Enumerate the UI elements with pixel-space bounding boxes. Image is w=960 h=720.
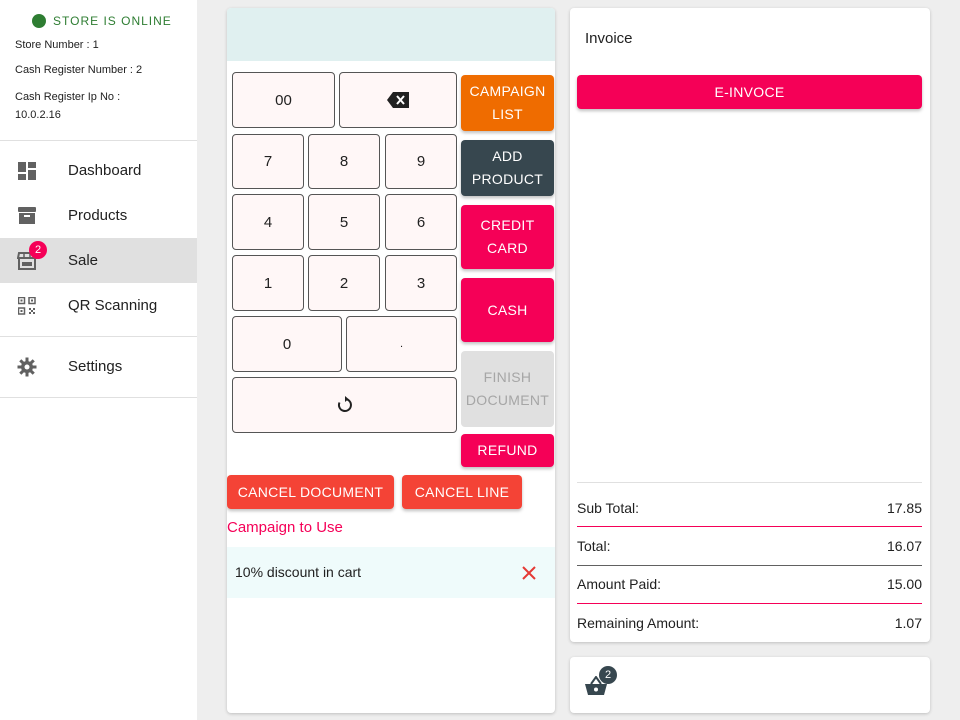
backspace-icon <box>387 92 409 108</box>
cart-count-badge: 2 <box>599 666 617 684</box>
store-status: STORE IS ONLINE <box>32 14 172 28</box>
totals-divider <box>577 526 922 527</box>
sidebar-item-dashboard[interactable]: Dashboard <box>0 148 197 193</box>
amount-paid-row: Amount Paid: 15.00 <box>577 576 922 596</box>
refresh-icon <box>337 396 352 412</box>
sale-badge: 2 <box>29 241 47 259</box>
total-value: 16.07 <box>886 538 922 554</box>
sidebar-item-label: Dashboard <box>68 162 142 179</box>
campaign-item: 10% discount in cart <box>227 547 555 598</box>
cart-panel: 2 <box>570 657 930 713</box>
register-ip-value: 10.0.2.16 <box>15 109 61 121</box>
sidebar: STORE IS ONLINE Store Number : 1 Cash Re… <box>0 0 197 720</box>
gear-icon <box>17 357 37 377</box>
sidebar-divider <box>0 336 197 337</box>
sidebar-divider <box>0 397 197 398</box>
sub-total-value: 17.85 <box>886 500 922 516</box>
store-status-text: STORE IS ONLINE <box>53 14 172 28</box>
store-number: Store Number : 1 <box>15 39 99 51</box>
button-label-line: DOCUMENT <box>465 392 550 408</box>
sub-total-label: Sub Total: <box>577 500 640 516</box>
remaining-value: 1.07 <box>894 615 922 631</box>
sidebar-item-label: QR Scanning <box>68 297 158 314</box>
finish-document-button[interactable]: FINISH DOCUMENT <box>461 351 554 427</box>
invoice-panel: Invoice E-INVOCE Sub Total: 17.85 Total:… <box>570 8 930 642</box>
totals-divider <box>577 482 922 483</box>
campaign-section-title: Campaign to Use <box>227 519 343 536</box>
button-label-line: LIST <box>492 106 523 122</box>
key-8[interactable]: 8 <box>308 134 380 189</box>
cancel-line-button[interactable]: CANCEL LINE <box>402 475 522 509</box>
refund-button[interactable]: REFUND <box>461 434 554 467</box>
remaining-row: Remaining Amount: 1.07 <box>577 615 922 635</box>
key-9[interactable]: 9 <box>385 134 457 189</box>
sidebar-item-products[interactable]: Products <box>0 193 197 238</box>
sidebar-item-label: Sale <box>68 252 99 269</box>
register-number: Cash Register Number : 2 <box>15 64 143 76</box>
sidebar-item-sale[interactable]: 2 Sale <box>0 238 197 283</box>
total-row: Total: 16.07 <box>577 538 922 558</box>
key-0[interactable]: 0 <box>232 316 342 372</box>
key-5[interactable]: 5 <box>308 194 380 250</box>
total-label: Total: <box>577 538 611 554</box>
sidebar-divider <box>0 140 197 141</box>
amount-display <box>227 8 555 61</box>
remaining-label: Remaining Amount: <box>577 615 700 631</box>
register-ip-label: Cash Register Ip No : <box>15 91 121 103</box>
key-00[interactable]: 00 <box>232 72 335 128</box>
sale-panel: 00 7 8 9 4 5 6 1 2 3 0 . CAMPAIGN LIST AD… <box>227 8 555 713</box>
campaign-item-label: 10% discount in cart <box>235 564 362 580</box>
credit-card-button[interactable]: CREDIT CARD <box>461 205 554 269</box>
button-label-line: CAMPAIGN <box>469 83 546 99</box>
sidebar-item-label: Settings <box>68 358 123 375</box>
key-3[interactable]: 3 <box>385 255 457 311</box>
campaign-list-button[interactable]: CAMPAIGN LIST <box>461 75 554 131</box>
amount-paid-label: Amount Paid: <box>577 576 662 592</box>
amount-paid-value: 15.00 <box>886 576 922 592</box>
dashboard-icon <box>17 161 37 181</box>
online-status-dot <box>32 14 46 28</box>
key-4[interactable]: 4 <box>232 194 304 250</box>
sidebar-item-settings[interactable]: Settings <box>0 344 197 389</box>
totals-divider <box>577 565 922 566</box>
cash-button[interactable]: CASH <box>461 278 554 342</box>
key-6[interactable]: 6 <box>385 194 457 250</box>
key-2[interactable]: 2 <box>308 255 380 311</box>
cancel-document-button[interactable]: CANCEL DOCUMENT <box>227 475 394 509</box>
button-label-line: ADD <box>492 148 523 164</box>
sub-total-row: Sub Total: 17.85 <box>577 500 922 520</box>
qr-code-icon <box>17 296 37 316</box>
totals-divider <box>577 603 922 604</box>
archive-icon <box>17 206 37 226</box>
e-invoice-button[interactable]: E-INVOCE <box>577 75 922 109</box>
close-icon[interactable] <box>519 563 539 583</box>
button-label-line: PRODUCT <box>471 171 544 187</box>
button-label-line: FINISH <box>483 369 532 385</box>
backspace-key[interactable] <box>339 72 457 128</box>
button-label-line: CARD <box>487 240 528 256</box>
key-7[interactable]: 7 <box>232 134 304 189</box>
sidebar-item-label: Products <box>68 207 128 224</box>
invoice-title: Invoice <box>585 30 633 47</box>
add-product-button[interactable]: ADD PRODUCT <box>461 140 554 196</box>
key-decimal[interactable]: . <box>346 316 457 372</box>
button-label-line: CREDIT <box>480 217 535 233</box>
key-1[interactable]: 1 <box>232 255 304 311</box>
sidebar-item-qr-scanning[interactable]: QR Scanning <box>0 283 197 328</box>
reset-key[interactable] <box>232 377 457 433</box>
